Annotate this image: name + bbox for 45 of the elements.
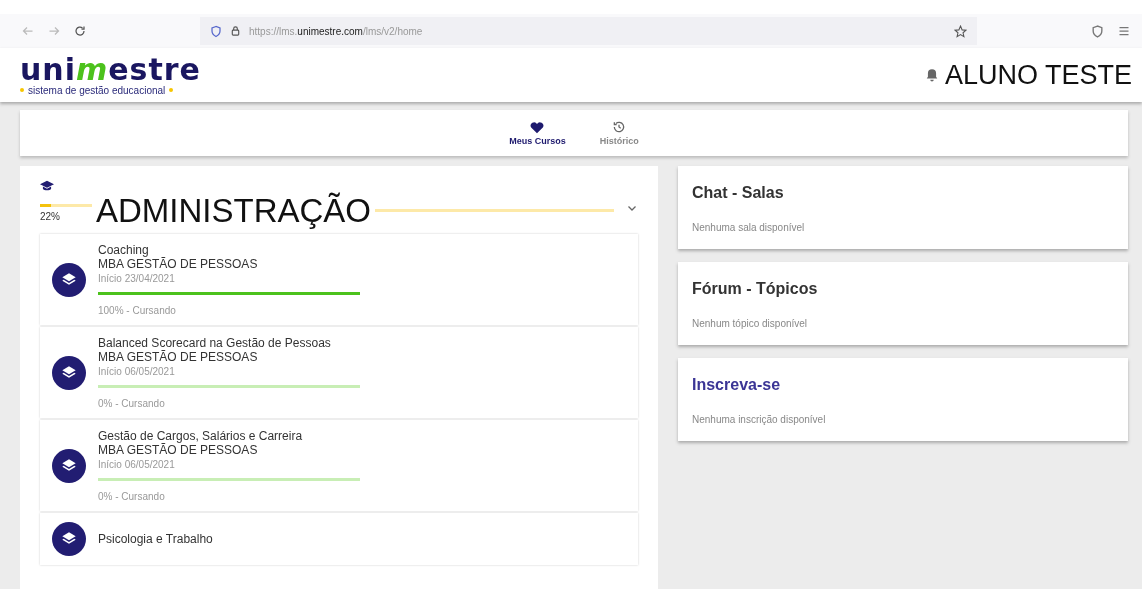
progress-percent: 22% bbox=[40, 211, 61, 222]
history-icon bbox=[612, 120, 627, 134]
star-icon[interactable] bbox=[954, 24, 967, 38]
card-title: Chat - Salas bbox=[692, 184, 785, 202]
tagline: sistema de gestão educacional bbox=[28, 84, 166, 96]
dot-icon bbox=[169, 88, 174, 92]
nav-tab[interactable]: Meus Cursos bbox=[505, 118, 570, 148]
course-status: 0% - Cursando bbox=[98, 398, 166, 409]
course-title: Balanced Scorecard na Gestão de Pessoas bbox=[98, 336, 332, 350]
group-title: ADMINISTRAÇÃO bbox=[96, 194, 372, 228]
course-item[interactable]: Coaching MBA GESTÃO DE PESSOAS Início 23/04/2021 100% - Cursando bbox=[40, 234, 638, 325]
course-title: Psicologia e Trabalho bbox=[98, 532, 214, 546]
course-program: MBA GESTÃO DE PESSOAS bbox=[98, 257, 259, 271]
course-program: MBA GESTÃO DE PESSOAS bbox=[98, 350, 259, 364]
card-message: Nenhuma inscrição disponível bbox=[692, 414, 827, 425]
course-start-date: Início 06/05/2021 bbox=[98, 459, 176, 470]
course-status: 100% - Cursando bbox=[98, 305, 177, 316]
course-program: MBA GESTÃO DE PESSOAS bbox=[98, 443, 259, 457]
course-status: 0% - Cursando bbox=[98, 491, 166, 502]
lock-icon bbox=[230, 25, 241, 37]
course-item[interactable]: Balanced Scorecard na Gestão de Pessoas MBA GESTÃO DE PESSOAS Início 06/05/2021 0% - Cursando bbox=[40, 327, 638, 418]
progress-track bbox=[40, 204, 92, 207]
address-bar[interactable]: https://lms.unimestre.com/lms/v2/home bbox=[200, 17, 977, 45]
url-text: https://lms.unimestre.com/lms/v2/home bbox=[249, 25, 423, 37]
bell-icon[interactable] bbox=[924, 67, 939, 83]
card-title[interactable]: Inscreva-se bbox=[692, 376, 1114, 394]
course-item[interactable]: Psicologia e Trabalho bbox=[40, 513, 638, 565]
logo: unimestre bbox=[20, 54, 201, 85]
graduation-cap-icon bbox=[40, 180, 54, 192]
card-message: Nenhum tópico disponível bbox=[692, 318, 809, 329]
dot-icon bbox=[20, 88, 24, 92]
user-name[interactable]: ALUNO TESTE bbox=[944, 59, 1132, 91]
course-item[interactable]: Gestão de Cargos, Salários e Carreira MBA GESTÃO DE PESSOAS Início 06/05/2021 0% - Cursando bbox=[40, 420, 638, 511]
card-message: Nenhuma sala disponível bbox=[692, 222, 806, 233]
reload-icon[interactable] bbox=[74, 25, 86, 37]
course-title: Coaching bbox=[98, 243, 149, 257]
heart-icon bbox=[530, 120, 545, 134]
shield-icon[interactable] bbox=[1091, 24, 1104, 38]
shield-icon bbox=[210, 24, 222, 38]
course-start-date: Início 06/05/2021 bbox=[98, 366, 176, 377]
course-title: Gestão de Cargos, Salários e Carreira bbox=[98, 429, 304, 443]
course-start-date: Início 23/04/2021 bbox=[98, 273, 176, 284]
nav-tab[interactable]: Histórico bbox=[595, 118, 643, 148]
card-title: Fórum - Tópicos bbox=[692, 280, 819, 298]
menu-icon[interactable] bbox=[1118, 25, 1130, 37]
